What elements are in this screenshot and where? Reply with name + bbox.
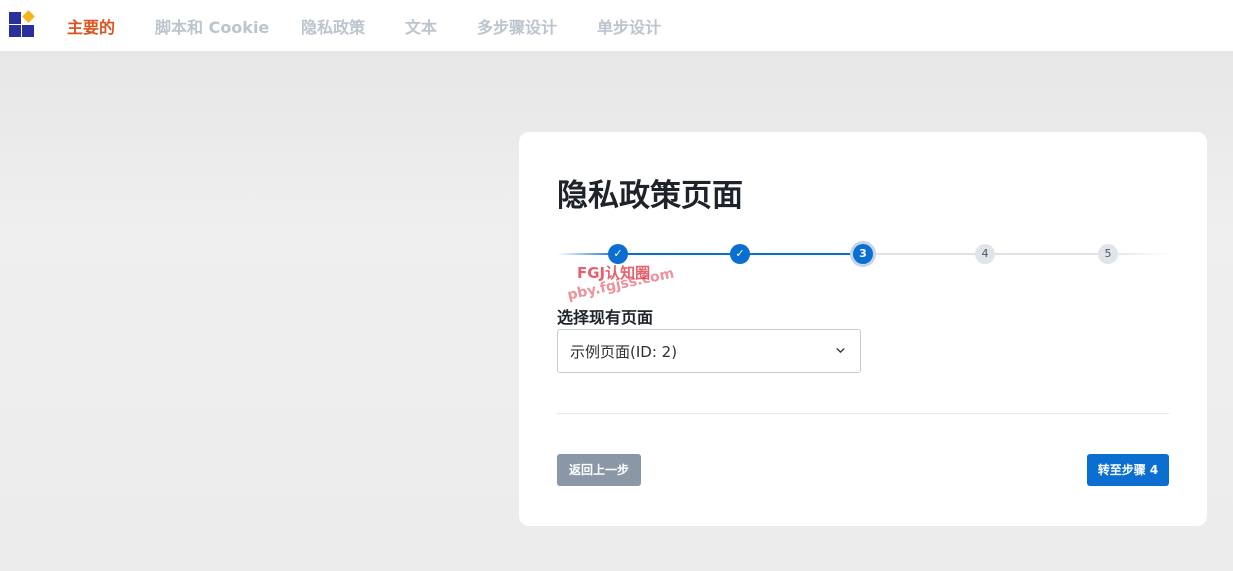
step-4: 4 bbox=[975, 244, 995, 264]
nav-item-main[interactable]: 主要的 bbox=[67, 14, 115, 38]
next-step-button[interactable]: 转至步骤 4 bbox=[1087, 454, 1169, 486]
step-1-check-icon: ✓ bbox=[608, 244, 628, 264]
step-2-check-icon: ✓ bbox=[730, 244, 750, 264]
back-button[interactable]: 返回上一步 bbox=[557, 454, 641, 486]
logo-icon[interactable] bbox=[9, 10, 37, 38]
existing-page-select[interactable]: 示例页面(ID: 2) bbox=[557, 329, 861, 373]
top-navigation-bar: 主要的 脚本和 Cookie 隐私政策 文本 多步骤设计 单步设计 bbox=[0, 0, 1233, 52]
chevron-down-icon bbox=[836, 348, 845, 353]
select-page-label: 选择现有页面 bbox=[557, 308, 654, 327]
divider bbox=[557, 413, 1169, 414]
nav-item-privacy-policy[interactable]: 隐私政策 bbox=[301, 14, 365, 38]
page-title: 隐私政策页面 bbox=[557, 178, 743, 214]
nav-item-text[interactable]: 文本 bbox=[405, 14, 437, 38]
step-3-current: 3 bbox=[853, 244, 873, 264]
nav-item-scripts-cookies[interactable]: 脚本和 Cookie bbox=[155, 14, 269, 38]
select-value: 示例页面(ID: 2) bbox=[570, 343, 678, 361]
nav-item-multistep-design[interactable]: 多步骤设计 bbox=[477, 14, 557, 38]
wizard-card: 隐私政策页面 ✓ ✓ 3 4 5 选择现有页面 示例页面(ID: 2) 返回上一… bbox=[519, 132, 1207, 526]
step-5: 5 bbox=[1098, 244, 1118, 264]
step-progress: ✓ ✓ 3 4 5 bbox=[557, 240, 1169, 268]
nav-item-single-step-design[interactable]: 单步设计 bbox=[597, 14, 661, 38]
